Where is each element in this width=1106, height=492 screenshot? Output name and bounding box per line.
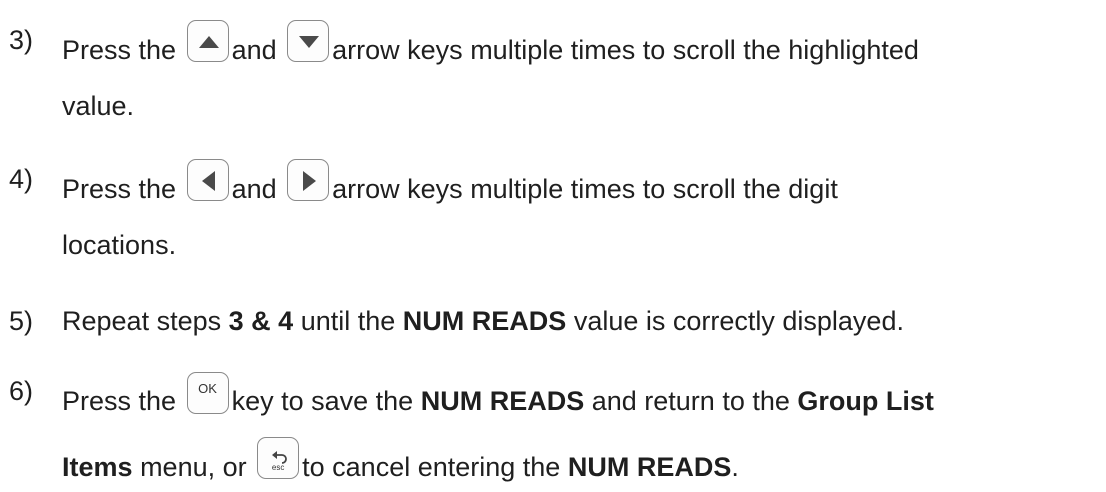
step-number: 3) [9,25,34,55]
step-number: 6) [9,376,34,406]
left-arrow-key-icon [186,159,229,201]
up-arrow-key-icon [186,20,229,62]
esc-back-key-icon: esc [257,437,300,479]
ok-key-icon: OK [186,372,229,414]
step-4-line-2: locations. [62,230,177,260]
step-3-line-2: value. [62,91,135,121]
step-6-line-1: Press the OK key to save the NUM READS a… [62,372,934,417]
step-5-line-1: Repeat steps 3 & 4 until the NUM READS v… [62,306,904,336]
right-arrow-key-icon [287,159,330,201]
down-arrow-key-icon [287,20,330,62]
step-number: 5) [9,306,34,336]
step-6-line-2: Items menu, or esc to cancel entering th… [62,437,739,483]
step-3-line-1: Press the and arrow keys multiple times … [62,20,919,66]
step-4-line-1: Press the and arrow keys multiple times … [62,159,838,205]
step-number: 4) [9,164,34,194]
